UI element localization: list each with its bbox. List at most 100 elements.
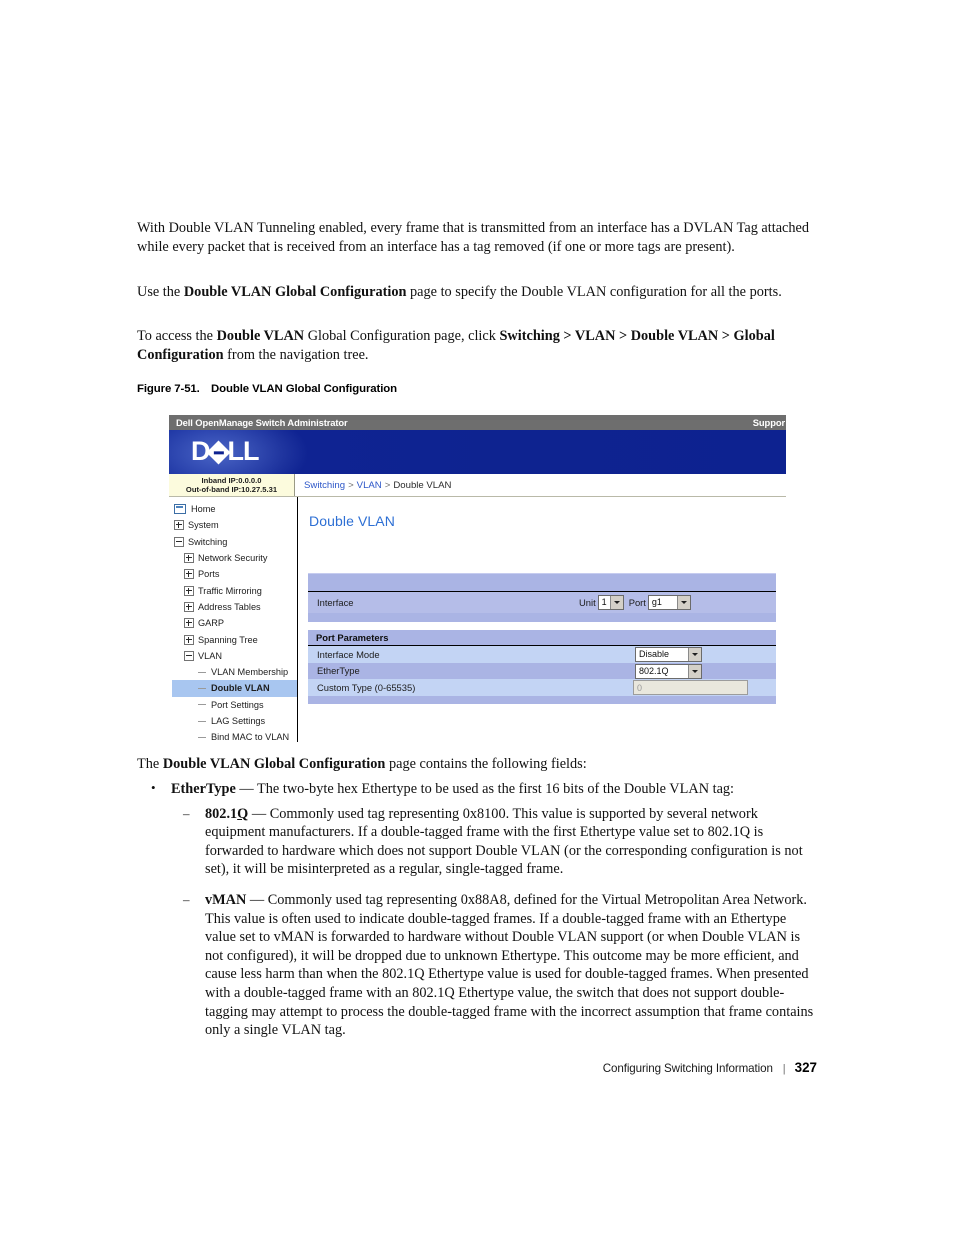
- intro-after-figure-text: The Double VLAN Global Configuration pag…: [137, 756, 587, 772]
- plus-box-icon[interactable]: [184, 601, 194, 612]
- sidebar-item-label: VLAN: [198, 650, 223, 661]
- subbullet-text-8021q: — Commonly used tag representing 0x8100.…: [205, 805, 803, 878]
- sidebar-item-network-security[interactable]: Network Security: [172, 550, 297, 566]
- figure-caption: Figure 7-51. Double VLAN Global Configura…: [137, 383, 397, 395]
- app-title: Dell OpenManage Switch Administrator: [176, 417, 348, 428]
- plus-box-icon[interactable]: [184, 634, 194, 645]
- sidebar-item-garp[interactable]: GARP: [172, 615, 297, 631]
- port-parameters-heading: Port Parameters: [308, 630, 776, 646]
- sidebar-item-vlan[interactable]: VLAN: [172, 648, 297, 664]
- navigation-tree[interactable]: Home System Switching Network Security Ports…: [169, 497, 298, 742]
- tree-leaf-icon: [198, 736, 206, 738]
- bullet-term-ethertype: EtherType: [171, 781, 236, 797]
- app-body: Home System Switching Network Security Ports…: [169, 497, 786, 742]
- port-parameter-control: 0: [633, 680, 748, 695]
- intro-after-figure: The Double VLAN Global Configuration pag…: [137, 755, 815, 774]
- page-title: Double VLAN: [309, 513, 395, 529]
- sidebar-item-label: Spanning Tree: [198, 634, 258, 645]
- interface-label: Interface: [317, 597, 354, 608]
- chevron-down-icon: [609, 596, 623, 609]
- sidebar-item-double-vlan[interactable]: Double VLAN: [172, 680, 297, 697]
- paragraph-2: Use the Double VLAN Global Configuration…: [137, 283, 815, 302]
- select-value: Disable: [636, 648, 688, 661]
- select-value: 802.1Q: [636, 664, 688, 678]
- sidebar-item-vlan-membership[interactable]: VLAN Membership: [172, 664, 297, 680]
- unit-select[interactable]: 1: [597, 595, 624, 610]
- port-parameters-panel: Port Parameters Interface Mode Disable Eth…: [308, 630, 776, 704]
- breadcrumb-item-vlan[interactable]: VLAN: [357, 480, 382, 491]
- dell-banner: D LL: [169, 430, 786, 474]
- port-parameters-rows: Interface Mode Disable EtherType 802.1Q Cust…: [308, 646, 776, 696]
- breadcrumb-item-switching[interactable]: Switching: [304, 480, 345, 491]
- page-canvas: With Double VLAN Tunneling enabled, ever…: [0, 0, 954, 1235]
- paragraph-3-text: To access the Double VLAN Global Configu…: [137, 328, 775, 363]
- interface-panel-header: [308, 573, 776, 591]
- list-item: 802.1Q — Commonly used tag representing …: [171, 805, 815, 879]
- footer-separator: |: [782, 1063, 786, 1075]
- paragraph-1-text: With Double VLAN Tunneling enabled, ever…: [137, 220, 810, 255]
- footer-page-number: 327: [794, 1060, 817, 1075]
- interface-panel: Interface Unit 1 Port g1: [308, 573, 776, 622]
- interface-mode-select[interactable]: Disable: [635, 647, 702, 662]
- sidebar-item-label: Home: [191, 504, 216, 515]
- tree-leaf-icon: [198, 720, 206, 722]
- sidebar-item-switching[interactable]: Switching: [172, 534, 297, 550]
- plus-box-icon[interactable]: [174, 520, 184, 531]
- subbullet-term-8021q: 802.1Q: [205, 805, 249, 822]
- dell-logo-ll: LL: [227, 436, 260, 466]
- chevron-down-icon: [676, 596, 690, 609]
- plus-box-icon[interactable]: [184, 569, 194, 580]
- unit-select-value: 1: [598, 596, 610, 609]
- sidebar-item-home[interactable]: Home: [172, 501, 297, 517]
- paragraph-3: To access the Double VLAN Global Configu…: [137, 327, 815, 364]
- port-parameter-control: Disable: [633, 647, 704, 662]
- sidebar-item-system[interactable]: System: [172, 517, 297, 533]
- figure-title: Double VLAN Global Configuration: [211, 383, 397, 395]
- sidebar-item-label: Bind MAC to VLAN: [211, 732, 290, 742]
- minus-box-icon[interactable]: [184, 650, 194, 661]
- interface-row: Interface Unit 1 Port g1: [308, 591, 776, 613]
- support-link[interactable]: Suppor: [753, 417, 786, 428]
- custom-type-input[interactable]: 0: [633, 680, 748, 695]
- footer-chapter: Configuring Switching Information: [602, 1062, 773, 1075]
- paragraph-1: With Double VLAN Tunneling enabled, ever…: [137, 219, 815, 256]
- sidebar-item-port-settings[interactable]: Port Settings: [172, 697, 297, 713]
- breadcrumb-sep-1: >: [348, 479, 354, 491]
- out-of-band-ip: Out-of-band IP:10.27.5.31: [185, 485, 278, 494]
- sidebar-item-traffic-mirroring[interactable]: Traffic Mirroring: [172, 582, 297, 598]
- inband-ip: Inband IP:0.0.0.0: [201, 475, 262, 485]
- plus-box-icon[interactable]: [184, 553, 194, 564]
- sidebar-item-ports[interactable]: Ports: [172, 566, 297, 582]
- emph-page-name: Double VLAN Global Configuration: [162, 756, 386, 772]
- embedded-app-screenshot: Dell OpenManage Switch Administrator Sup…: [169, 415, 786, 742]
- sidebar-item-address-tables[interactable]: Address Tables: [172, 599, 297, 615]
- content-pane: Double VLAN Interface Unit 1 Port g1 Por…: [298, 497, 786, 742]
- bullet-list: EtherType — The two-byte hex Ethertype t…: [137, 779, 815, 1040]
- sidebar-item-spanning-tree[interactable]: Spanning Tree: [172, 631, 297, 647]
- plus-box-icon[interactable]: [184, 585, 194, 596]
- port-parameter-label: Custom Type (0-65535): [317, 681, 416, 693]
- subbullet-term-vman: vMAN: [205, 891, 247, 908]
- sidebar-item-label: Port Settings: [211, 699, 264, 710]
- bullet-level-1: EtherType — The two-byte hex Ethertype t…: [137, 779, 815, 1040]
- sidebar-item-label: Switching: [188, 536, 228, 547]
- emph-double-vlan: Double VLAN: [216, 328, 305, 344]
- interface-panel-footer: [308, 613, 776, 622]
- tree-leaf-icon: [198, 687, 206, 689]
- sidebar-item-label: System: [188, 520, 219, 531]
- sidebar-item-bind-mac-to-vlan[interactable]: Bind MAC to VLAN: [172, 729, 297, 742]
- port-select[interactable]: g1: [647, 595, 691, 610]
- app-titlebar: Dell OpenManage Switch Administrator Sup…: [169, 415, 786, 430]
- port-parameter-label: Interface Mode: [317, 648, 380, 660]
- port-label: Port: [628, 597, 646, 608]
- minus-box-icon[interactable]: [174, 536, 184, 547]
- sidebar-item-lag-settings[interactable]: LAG Settings: [172, 713, 297, 729]
- sidebar-item-label: LAG Settings: [211, 716, 266, 726]
- port-parameter-row: Custom Type (0-65535) 0: [308, 679, 776, 696]
- unit-label: Unit: [579, 597, 596, 608]
- plus-box-icon[interactable]: [184, 618, 194, 629]
- ethertype-select[interactable]: 802.1Q: [635, 663, 702, 679]
- sidebar-item-label: Traffic Mirroring: [198, 585, 262, 596]
- ip-status-bar: Inband IP:0.0.0.0 Out-of-band IP:10.27.5…: [169, 474, 786, 497]
- tree-leaf-icon: [198, 704, 206, 706]
